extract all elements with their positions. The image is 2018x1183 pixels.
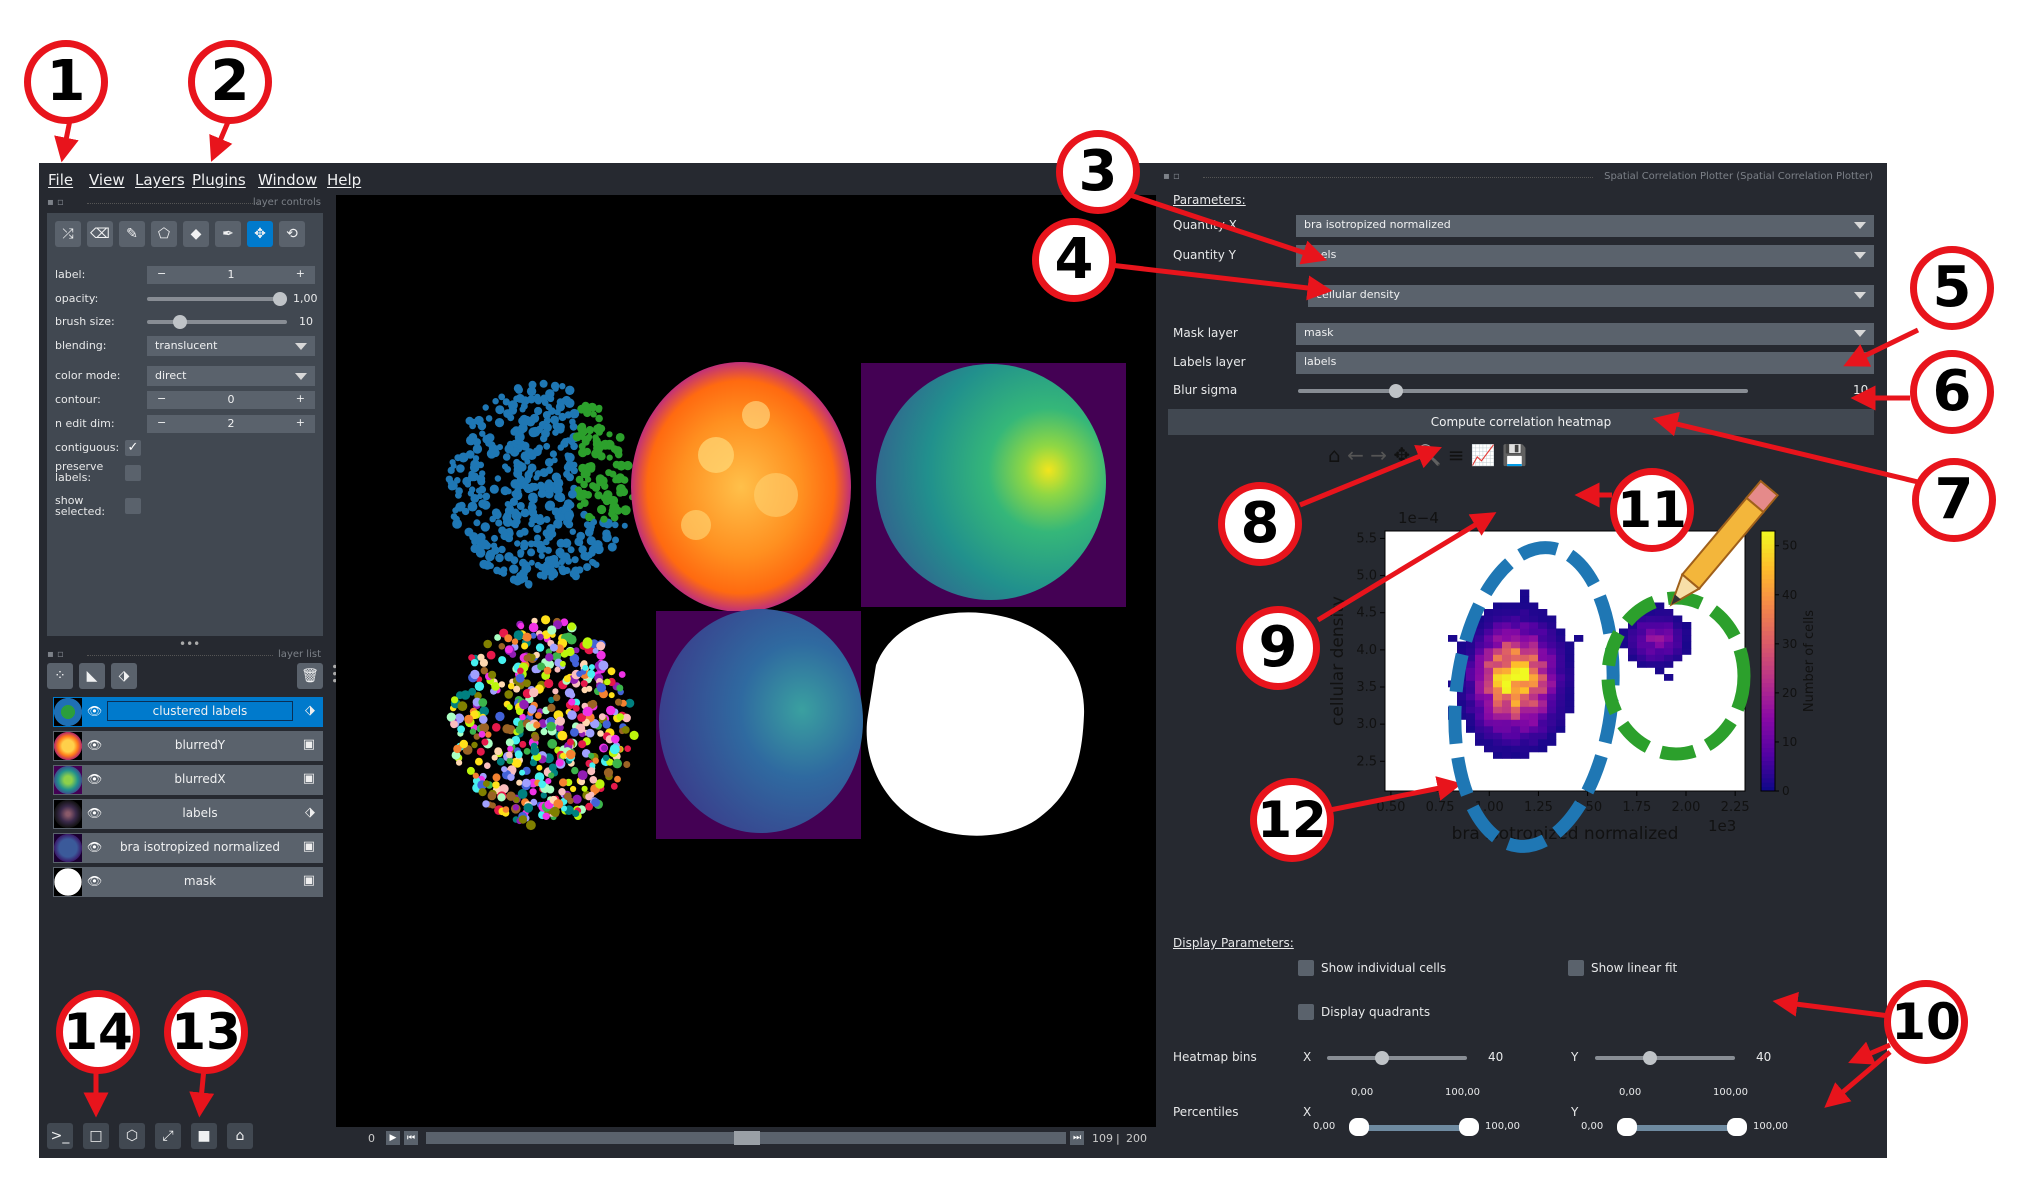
callout-9: 9	[1236, 606, 1320, 690]
callout-12: 12	[1250, 778, 1334, 862]
callout-11: 11	[1610, 468, 1694, 552]
callout-7: 7	[1912, 458, 1996, 542]
callout-13: 13	[164, 990, 248, 1074]
callout-10: 10	[1884, 980, 1968, 1064]
blue-cluster-outline	[1448, 541, 1620, 853]
annotation-overlay	[54, 119, 1920, 1118]
callout-1: 1	[24, 40, 108, 124]
callout-2: 2	[188, 40, 272, 124]
green-cluster-outline	[1601, 591, 1751, 761]
callout-5: 5	[1910, 246, 1994, 330]
callout-3: 3	[1056, 130, 1140, 214]
callout-6: 6	[1910, 350, 1994, 434]
callout-8: 8	[1218, 482, 1302, 566]
callout-14: 14	[56, 990, 140, 1074]
callout-4: 4	[1032, 218, 1116, 302]
